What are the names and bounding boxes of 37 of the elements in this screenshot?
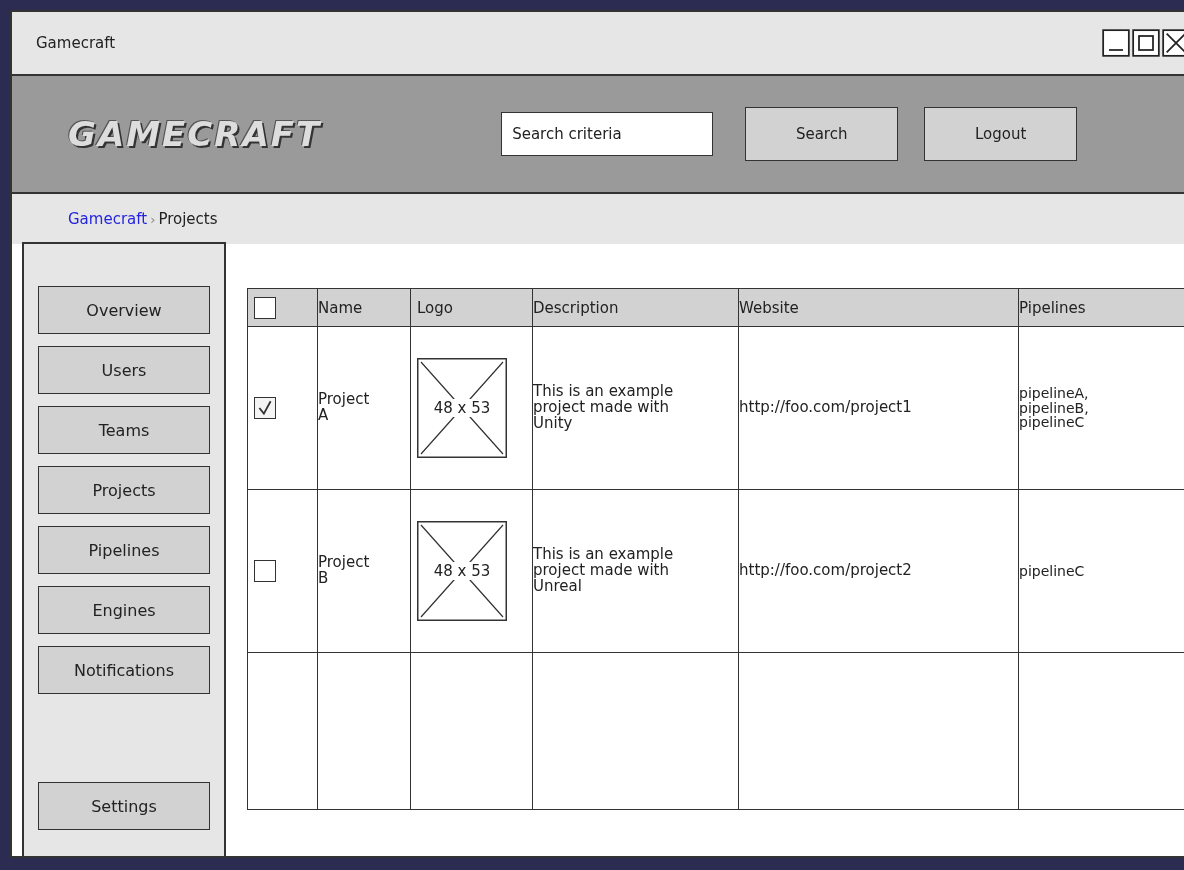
column-header[interactable]: Description <box>533 298 619 317</box>
sidebar-button[interactable]: Teams <box>38 406 210 454</box>
column-header[interactable]: Name <box>318 298 363 317</box>
sidebar-button[interactable]: Engines <box>38 586 210 634</box>
column-header[interactable]: Pipelines <box>1019 298 1086 317</box>
column-header[interactable]: Website <box>739 298 799 317</box>
maximize-icon[interactable] <box>1132 28 1160 58</box>
column-header[interactable]: Logo <box>417 298 453 317</box>
settings-button[interactable]: Settings <box>38 782 210 830</box>
window-title: Gamecraft <box>36 34 116 52</box>
sidebar-button[interactable]: Users <box>38 346 210 394</box>
sidebar-button[interactable]: Projects <box>38 466 210 514</box>
breadcrumb-link[interactable]: Gamecraft <box>68 210 148 228</box>
table-cell-text: Project B <box>318 555 371 587</box>
checkbox[interactable] <box>254 560 276 582</box>
table-cell: pipelineC <box>1019 563 1085 579</box>
table-cell-text: Project A <box>318 392 371 424</box>
logout-button[interactable]: Logout <box>924 107 1078 161</box>
close-icon[interactable] <box>1162 28 1184 58</box>
table-cell: http://foo.com/project1 <box>739 400 912 416</box>
sidebar-button[interactable]: Notifications <box>38 646 210 694</box>
breadcrumb-current: Projects <box>158 210 218 228</box>
checkbox[interactable] <box>254 397 276 419</box>
table-cell: http://foo.com/project2 <box>739 563 912 579</box>
table-cell-text: This is an example project made with Unreal <box>533 547 675 595</box>
sidebar-button[interactable]: Overview <box>38 286 210 334</box>
checkbox[interactable] <box>254 296 276 319</box>
table-cell-text: This is an example project made with Unity <box>533 384 675 432</box>
sidebar-button[interactable]: Pipelines <box>38 526 210 574</box>
search-button[interactable]: Search <box>745 107 899 161</box>
image-size-label: 48 x 53 <box>433 562 491 580</box>
logo: GAMECRAFT <box>68 114 322 154</box>
search-field[interactable]: Search criteria <box>501 112 714 156</box>
minimize-icon[interactable] <box>1102 28 1130 58</box>
table-cell: pipelineA, pipelineB, pipelineC <box>1019 385 1089 431</box>
image-size-label: 48 x 53 <box>433 399 491 417</box>
breadcrumb-separator: › <box>150 211 156 227</box>
